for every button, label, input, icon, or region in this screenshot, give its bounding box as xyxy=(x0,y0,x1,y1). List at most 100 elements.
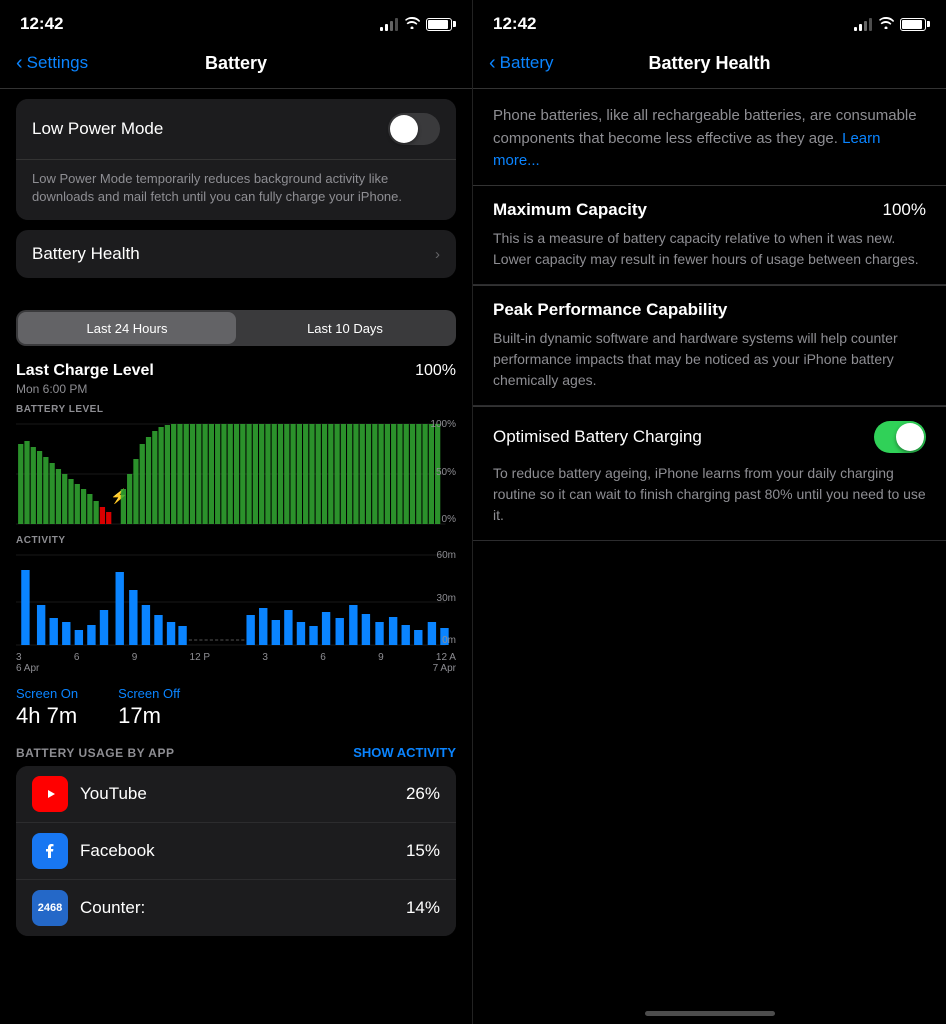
app-item-counter: 2468 Counter: 14% xyxy=(16,880,456,936)
home-bar-right xyxy=(645,1011,775,1016)
max-capacity-row: Maximum Capacity 100% xyxy=(493,200,926,220)
home-indicator-right xyxy=(473,990,946,1024)
optimised-row: Optimised Battery Charging xyxy=(493,421,926,453)
peak-performance-description: Built-in dynamic software and hardware s… xyxy=(493,328,926,391)
x-label-6: 6 xyxy=(74,652,80,663)
wifi-icon xyxy=(404,16,420,32)
peak-performance-label: Peak Performance Capability xyxy=(493,300,926,320)
x-label-12p: 12 P xyxy=(190,652,211,663)
screen-off-value: 17m xyxy=(118,703,180,729)
battery-health-row[interactable]: Battery Health › xyxy=(16,230,456,278)
low-power-section: Low Power Mode Low Power Mode temporaril… xyxy=(16,99,456,220)
back-button-right[interactable]: ‹ Battery xyxy=(489,53,554,73)
screen-stats: Screen On 4h 7m Screen Off 17m xyxy=(0,676,472,735)
status-time-right: 12:42 xyxy=(493,14,536,34)
wifi-icon-right xyxy=(878,16,894,32)
y-label-100: 100% xyxy=(430,419,456,430)
chevron-left-icon-right: ‹ xyxy=(489,53,496,73)
battery-fill-right xyxy=(902,20,922,29)
app-pct-counter: 14% xyxy=(406,898,440,918)
scroll-area-left: Low Power Mode Low Power Mode temporaril… xyxy=(0,89,472,1024)
screen-on-stat: Screen On 4h 7m xyxy=(16,686,78,729)
app-pct-facebook: 15% xyxy=(406,841,440,861)
activity-chart-section: ACTIVITY xyxy=(0,531,472,650)
time-segment-control[interactable]: Last 24 Hours Last 10 Days xyxy=(16,310,456,346)
app-pct-youtube: 26% xyxy=(406,784,440,804)
capacity-description: This is a measure of battery capacity re… xyxy=(493,228,926,270)
optimised-charging-section: Optimised Battery Charging To reduce bat… xyxy=(473,407,946,541)
low-power-toggle[interactable] xyxy=(388,113,440,145)
activity-chart-label: ACTIVITY xyxy=(16,535,456,546)
date-labels-row: 6 Apr 7 Apr xyxy=(0,663,472,676)
battery-chart-label: BATTERY LEVEL xyxy=(16,404,456,415)
x-label-6b: 6 xyxy=(320,652,326,663)
nav-bar-right: ‹ Battery Battery Health xyxy=(473,44,946,88)
max-capacity-value: 100% xyxy=(883,200,926,220)
back-label-right: Battery xyxy=(500,53,554,73)
optimised-description: To reduce battery ageing, iPhone learns … xyxy=(493,463,926,526)
status-icons-right xyxy=(854,16,926,32)
activity-chart-container: 60m 30m 0m xyxy=(16,550,456,650)
battery-chart-svg: ⚡ xyxy=(16,419,456,529)
peak-performance-section: Peak Performance Capability Built-in dyn… xyxy=(473,286,946,406)
section-divider-1 xyxy=(0,288,472,298)
y-label-50: 50% xyxy=(430,467,456,478)
signal-icon-right xyxy=(854,17,872,31)
y-label-0m: 0m xyxy=(437,635,456,646)
optimised-toggle[interactable] xyxy=(874,421,926,453)
charge-level-title: Last Charge Level xyxy=(16,362,154,380)
battery-health-label: Battery Health xyxy=(32,244,140,264)
y-label-0: 0% xyxy=(430,514,456,525)
battery-chart-section: BATTERY LEVEL xyxy=(0,400,472,529)
screen-off-label: Screen Off xyxy=(118,686,180,701)
signal-icon xyxy=(380,17,398,31)
show-activity-button[interactable]: SHOW ACTIVITY xyxy=(353,745,456,760)
battery-health-section: Battery Health › xyxy=(16,230,456,278)
y-label-60m: 60m xyxy=(437,550,456,561)
back-label-left: Settings xyxy=(27,53,88,73)
screen-off-stat: Screen Off 17m xyxy=(118,686,180,729)
page-title-left: Battery xyxy=(205,53,267,74)
battery-status-icon xyxy=(426,18,452,31)
battery-chart-container: ⚡ xyxy=(16,419,456,529)
x-label-3b: 3 xyxy=(262,652,268,663)
charge-level-info: Last Charge Level Mon 6:00 PM xyxy=(16,362,154,396)
battery-status-icon-right xyxy=(900,18,926,31)
low-power-label: Low Power Mode xyxy=(32,119,163,139)
date-label-right: 7 Apr xyxy=(433,663,456,674)
youtube-icon xyxy=(32,776,68,812)
app-name-counter: Counter: xyxy=(80,898,406,918)
x-label-9b: 9 xyxy=(378,652,384,663)
facebook-icon xyxy=(32,833,68,869)
activity-y-labels: 60m 30m 0m xyxy=(437,550,456,650)
status-bar-left: 12:42 xyxy=(0,0,472,44)
status-bar-right: 12:42 xyxy=(473,0,946,44)
battery-usage-header: BATTERY USAGE BY APP SHOW ACTIVITY xyxy=(0,735,472,766)
battery-y-labels: 100% 50% 0% xyxy=(430,419,456,529)
charge-level-value: 100% xyxy=(415,362,456,380)
app-name-youtube: YouTube xyxy=(80,784,406,804)
battery-fill xyxy=(428,20,448,29)
status-icons-left xyxy=(380,16,452,32)
chevron-right-icon: › xyxy=(435,246,440,263)
segment-24h[interactable]: Last 24 Hours xyxy=(18,312,236,344)
x-label-12a: 12 A xyxy=(436,652,456,663)
chevron-left-icon: ‹ xyxy=(16,53,23,73)
low-power-desc-text: Low Power Mode temporarily reduces backg… xyxy=(32,170,440,206)
app-name-facebook: Facebook xyxy=(80,841,406,861)
y-label-30m: 30m xyxy=(437,593,456,604)
page-title-right: Battery Health xyxy=(648,53,770,74)
back-button-left[interactable]: ‹ Settings xyxy=(16,53,88,73)
segment-10d[interactable]: Last 10 Days xyxy=(236,312,454,344)
counter-icon: 2468 xyxy=(32,890,68,926)
charge-level-row: Last Charge Level Mon 6:00 PM 100% xyxy=(0,354,472,400)
optimised-label: Optimised Battery Charging xyxy=(493,427,702,447)
right-panel: 12:42 ‹ Battery Battery Health xyxy=(473,0,946,1024)
battery-usage-title: BATTERY USAGE BY APP xyxy=(16,746,174,760)
date-label-left: 6 Apr xyxy=(16,663,39,674)
low-power-description: Low Power Mode temporarily reduces backg… xyxy=(16,160,456,220)
max-capacity-label: Maximum Capacity xyxy=(493,200,647,220)
max-capacity-section: Maximum Capacity 100% This is a measure … xyxy=(473,186,946,285)
nav-bar-left: ‹ Settings Battery xyxy=(0,44,472,88)
screen-on-value: 4h 7m xyxy=(16,703,78,729)
